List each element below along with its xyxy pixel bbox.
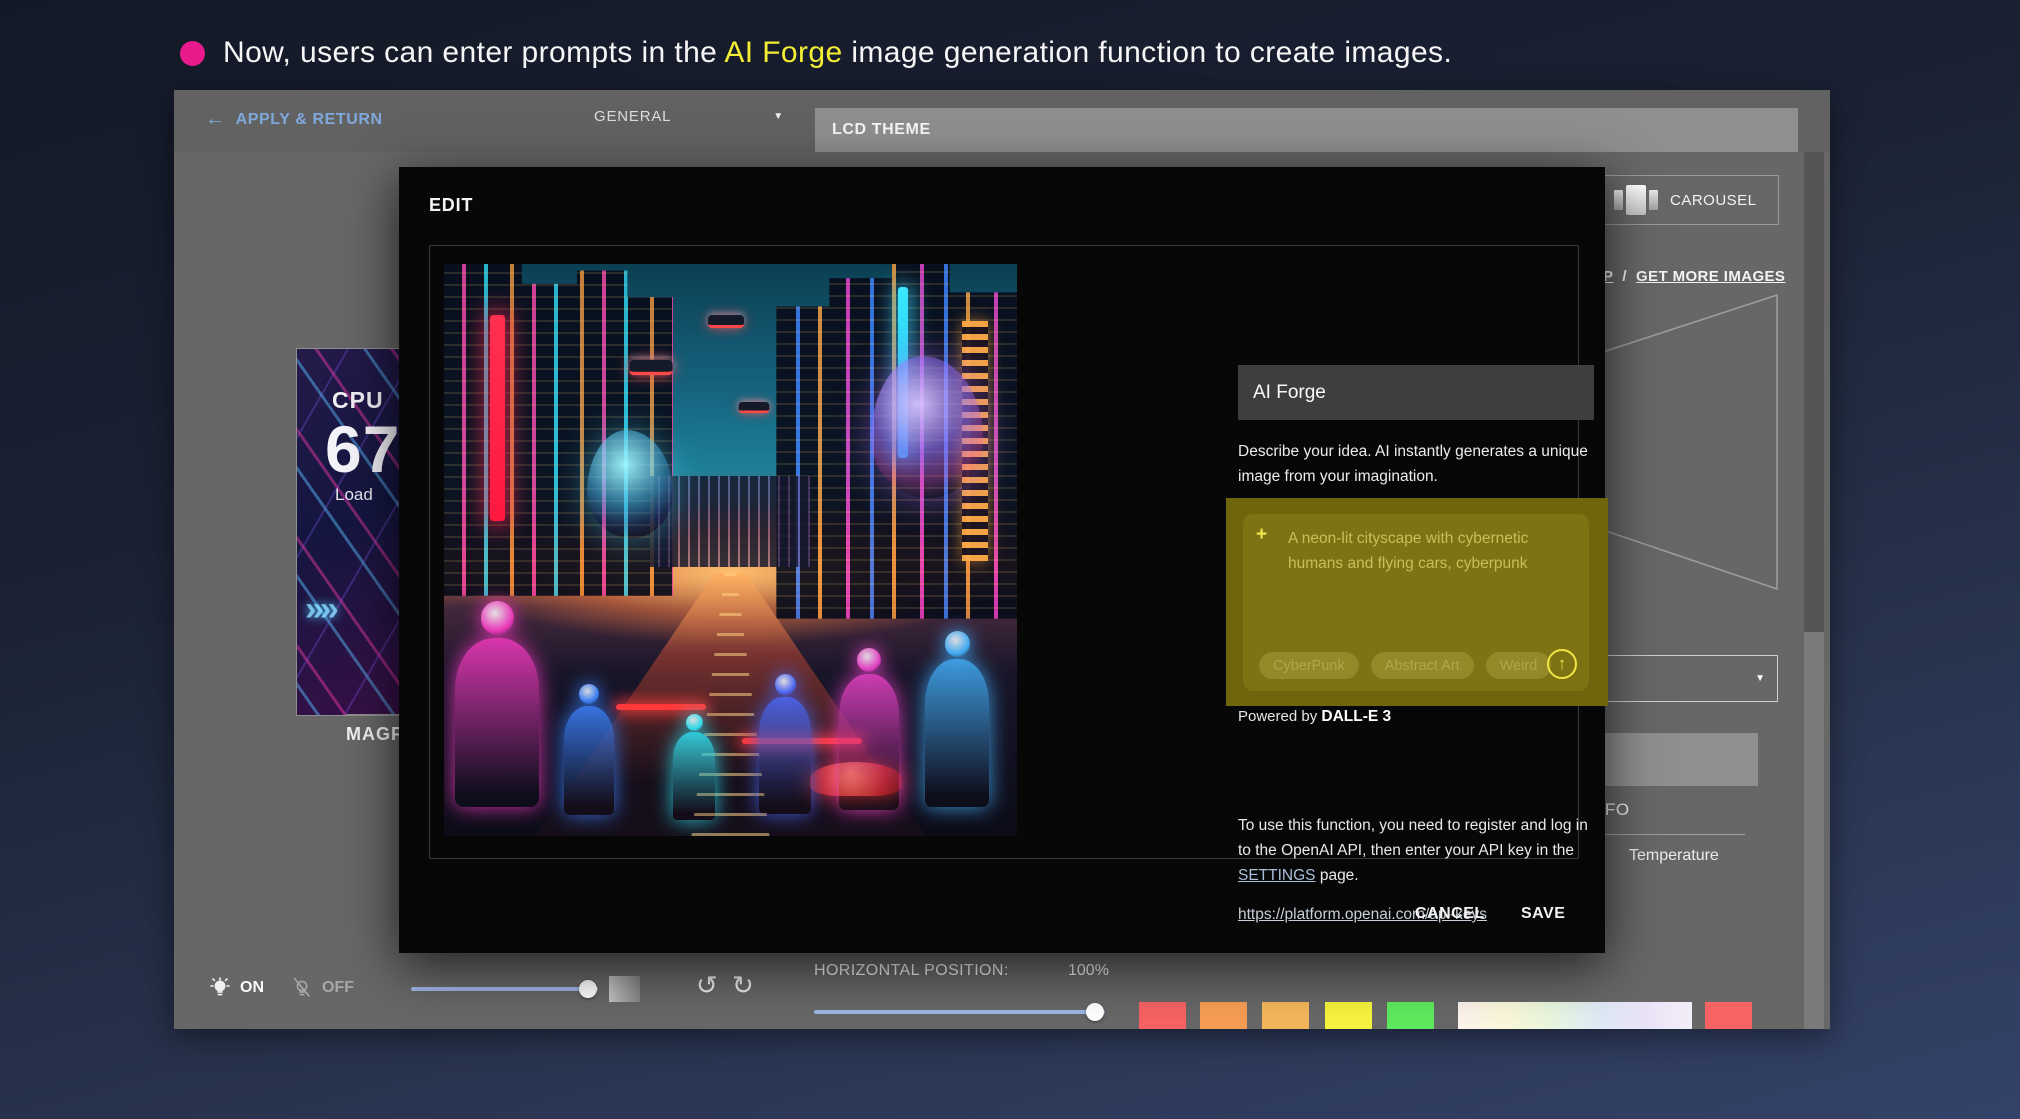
back-arrow-icon: ← [205,108,226,131]
dalle-brand: DALL-E 3 [1321,708,1391,725]
brightness-slider[interactable] [411,979,598,999]
bulb-off-icon [290,976,314,1000]
info-partial-label: FO [1605,800,1630,820]
side-panel-button[interactable] [1597,733,1758,786]
headline-highlight: AI Forge [724,36,842,69]
modal-title: EDIT [429,195,473,216]
cyber-figure [455,601,539,836]
flying-car [708,315,744,328]
cpu-label: CPU [332,387,384,414]
light-trail [616,704,706,710]
slider-track[interactable] [814,1010,1105,1014]
color-swatch[interactable] [1262,1002,1309,1029]
color-swatch[interactable] [1387,1002,1434,1029]
get-more-images-link[interactable]: GET MORE IMAGES [1636,268,1785,285]
neon-buildings-left [444,264,673,596]
slider-track[interactable] [411,987,598,991]
breadcrumb: P / GET MORE IMAGES [1603,268,1785,285]
tag-abstract-art[interactable]: Abstract Art [1371,652,1474,679]
tag-weird[interactable]: Weird [1486,652,1552,679]
neon-sign [490,315,505,521]
color-swatch[interactable] [1200,1002,1247,1029]
settings-link[interactable]: SETTINGS [1238,867,1316,884]
headline-text: Now, users can enter prompts in the AI F… [223,36,1452,70]
edit-modal: EDIT AI Forge [399,167,1605,953]
breadcrumb-separator: / [1622,268,1627,285]
rotate-cw-button[interactable]: ↻ [732,970,754,1001]
perspective-wireframe [1600,292,1780,592]
cancel-button[interactable]: CANCEL [1415,905,1485,923]
apply-return-button[interactable]: ← APPLY & RETURN [205,108,383,131]
flying-car [739,402,770,413]
generated-image [444,264,1017,836]
skyline-distant [650,476,810,568]
slider-knob[interactable] [1086,1003,1104,1021]
cyber-figure [564,684,614,836]
brightness-preview [609,976,640,1002]
divider [1597,834,1745,835]
sensor-dropdown[interactable]: ▼ [1597,655,1778,702]
chevron-down-icon: ▼ [773,111,784,122]
prompt-input[interactable]: + A neon-lit cityscape with cybernetic h… [1243,514,1589,691]
temperature-label: Temperature [1629,847,1719,865]
plus-icon: + [1256,524,1267,546]
color-swatch[interactable] [1325,1002,1372,1029]
powered-by: Powered by DALL-E 3 [1238,708,1391,726]
prompt-text: A neon-lit cityscape with cybernetic hum… [1288,526,1584,576]
submit-prompt-button[interactable]: ↑ [1547,649,1577,679]
bulb-on-icon [208,976,232,1000]
style-tags: CyberPunk Abstract Art Weird [1259,652,1551,679]
cpu-sub-label: Load [335,485,373,505]
light-on-toggle[interactable]: ON [208,976,264,1000]
flying-car [629,360,672,376]
chevron-down-icon: ▼ [1755,673,1765,684]
top-bar: ← APPLY & RETURN GENERAL ▼ LCD THEME [174,90,1830,152]
rotate-ccw-button[interactable]: ↺ [696,970,718,1001]
slider-knob[interactable] [579,980,597,998]
ai-forge-description: Describe your idea. AI instantly generat… [1238,439,1596,489]
neon-chevrons: »» [305,590,335,629]
headline: Now, users can enter prompts in the AI F… [180,36,1452,70]
cyber-figure [839,648,899,836]
horizontal-position-label: HORIZONTAL POSITION: [814,962,1009,980]
api-note: To use this function, you need to regist… [1238,813,1598,888]
color-swatch[interactable] [1139,1002,1186,1029]
cyber-figure [673,714,715,836]
cyber-figure [925,631,989,836]
category-dropdown[interactable]: GENERAL ▼ [594,108,784,125]
horizontal-position-value: 100% [1068,962,1109,980]
save-button[interactable]: SAVE [1521,905,1565,923]
up-arrow-icon: ↑ [1558,654,1567,674]
cyber-figure [759,674,811,836]
scrollbar-thumb[interactable] [1804,152,1824,632]
horizontal-position-slider[interactable] [814,1002,1105,1022]
tab-lcd-theme[interactable]: LCD THEME [815,108,1798,152]
carousel-icon [1614,185,1658,215]
preview-caption: MAGF [346,724,403,745]
modal-content-box: AI Forge Describe your idea. AI instantl… [429,245,1579,859]
prompt-highlight-area: + A neon-lit cityscape with cybernetic h… [1226,498,1608,706]
ai-forge-header: AI Forge [1238,365,1594,420]
light-off-toggle[interactable]: OFF [290,976,354,1000]
cpu-value: 67 [325,411,400,487]
tag-cyberpunk[interactable]: CyberPunk [1259,652,1359,679]
bullet-icon [180,41,205,66]
scrollbar[interactable] [1804,152,1824,1029]
color-swatch[interactable] [1705,1002,1752,1029]
color-swatch-gradient[interactable] [1458,1002,1692,1029]
carousel-button[interactable]: CAROUSEL [1603,175,1779,225]
